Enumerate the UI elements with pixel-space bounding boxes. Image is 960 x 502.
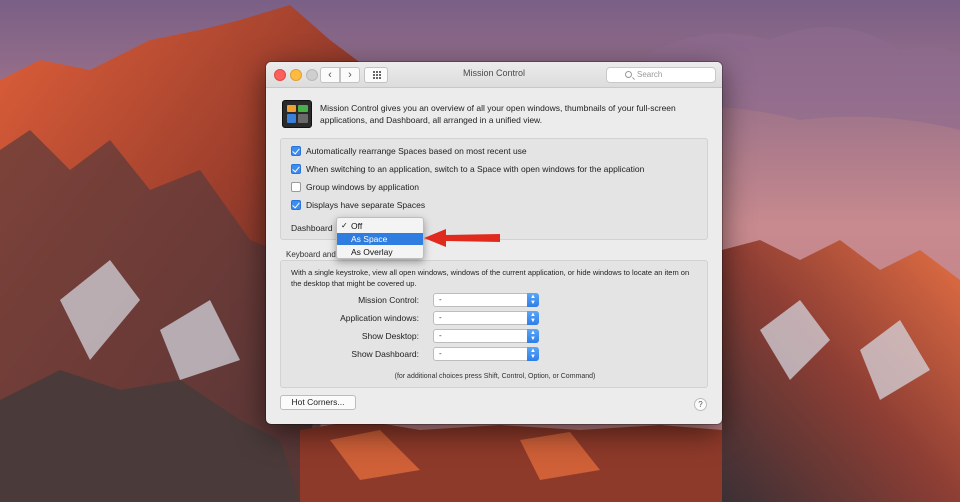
shortcut-label-show-dashboard: Show Dashboard: — [351, 349, 419, 359]
shortcut-select-show-desktop[interactable]: - ▲ ▼ — [433, 329, 539, 343]
updown-arrows-icon: ▲ ▼ — [527, 293, 539, 307]
dashboard-label: Dashboard — [291, 223, 333, 233]
shortcut-label-application-windows: Application windows: — [340, 313, 419, 323]
dashboard-option-as-overlay[interactable]: As Overlay — [337, 246, 423, 258]
shortcut-select-mission-control[interactable]: - ▲ ▼ — [433, 293, 539, 307]
title-bar: ‹ › Mission Control Search — [266, 62, 722, 88]
red-arrow-annotation-icon — [424, 229, 500, 247]
search-field[interactable]: Search — [606, 67, 716, 83]
updown-arrows-icon: ▲ ▼ — [527, 347, 539, 361]
hot-corners-button[interactable]: Hot Corners... — [280, 395, 356, 410]
updown-arrows-icon: ▲ ▼ — [527, 329, 539, 343]
keyboard-section-title: Keyboard and — [286, 250, 336, 259]
shortcut-select-application-windows[interactable]: - ▲ ▼ — [433, 311, 539, 325]
shortcuts-description: With a single keystroke, view all open w… — [291, 268, 690, 288]
checkbox-group-windows[interactable] — [291, 182, 301, 192]
shortcut-select-show-dashboard[interactable]: - ▲ ▼ — [433, 347, 539, 361]
dashboard-option-off[interactable]: ✓ Off — [337, 220, 423, 232]
checkbox-switch-to-space[interactable] — [291, 164, 301, 174]
keyboard-shortcuts-panel: With a single keystroke, view all open w… — [280, 260, 708, 388]
checkbox-separate-spaces[interactable] — [291, 200, 301, 210]
search-icon — [625, 71, 632, 78]
checkbox-auto-rearrange[interactable] — [291, 146, 301, 156]
dashboard-dropdown-menu: ✓ Off As Space As Overlay — [336, 217, 424, 259]
checkmark-icon: ✓ — [341, 221, 348, 230]
intro-description: Mission Control gives you an overview of… — [320, 103, 676, 125]
search-placeholder: Search — [637, 70, 663, 79]
arrow-shape — [424, 229, 500, 247]
shortcut-label-mission-control: Mission Control: — [358, 295, 419, 305]
shortcut-label-show-desktop: Show Desktop: — [361, 331, 419, 341]
dashboard-option-as-space[interactable]: As Space — [337, 233, 423, 245]
modifier-keys-footnote: (for additional choices press Shift, Con… — [394, 373, 596, 380]
updown-arrows-icon: ▲ ▼ — [527, 311, 539, 325]
help-button[interactable]: ? — [694, 398, 707, 411]
mission-control-app-icon — [282, 100, 312, 128]
